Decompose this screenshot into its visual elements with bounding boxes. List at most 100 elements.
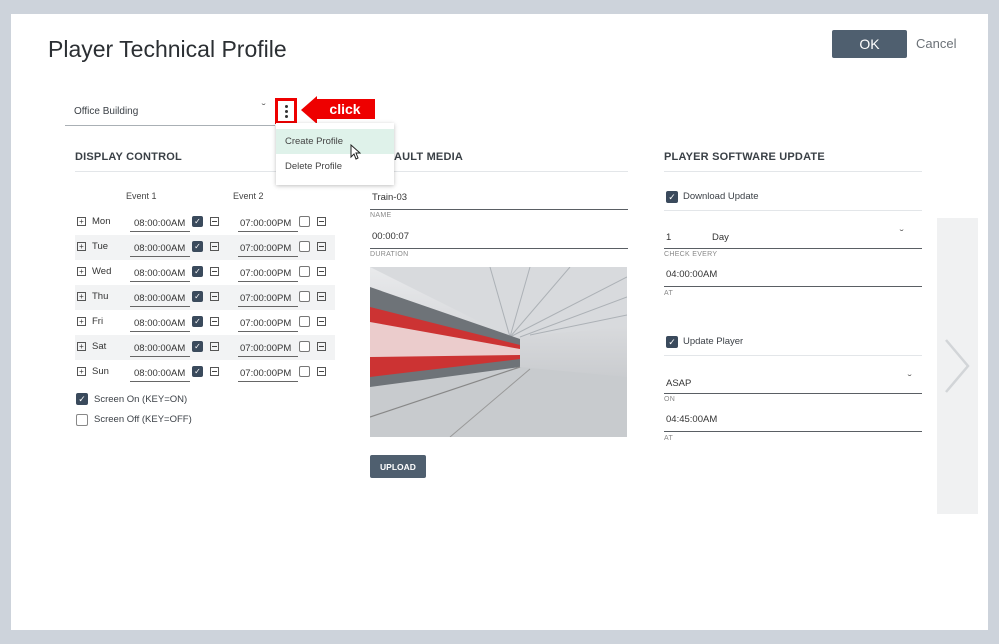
event2-time[interactable]: 07:00:00PM [238,262,298,282]
next-page-panel[interactable] [937,218,978,514]
collapse-icon[interactable] [317,342,326,351]
event1-checkbox[interactable]: ✓ [192,366,203,377]
expand-icon[interactable]: + [77,267,86,276]
event2-checkbox[interactable] [299,216,310,227]
event2-checkbox[interactable] [299,316,310,327]
expand-icon[interactable]: + [77,242,86,251]
profile-dialog: Player Technical Profile OK Cancel Offic… [11,14,988,630]
update-player-checkbox[interactable]: ✓ [666,336,678,348]
profile-select[interactable]: Office Building ˇ [65,98,275,126]
event1-checkbox[interactable]: ✓ [192,316,203,327]
chevron-down-icon: ˇ [907,374,912,385]
collapse-icon[interactable] [210,267,219,276]
download-update-label: Download Update [683,191,759,202]
event1-checkbox[interactable]: ✓ [192,266,203,277]
collapse-icon[interactable] [210,317,219,326]
collapse-icon[interactable] [317,317,326,326]
profile-menu: Create Profile Delete Profile [276,123,394,185]
chevron-down-icon: ˇ [261,103,266,114]
collapse-icon[interactable] [210,342,219,351]
day-label: Thu [92,291,109,302]
expand-icon[interactable]: + [77,342,86,351]
update-on-caption: ON [664,396,676,403]
event2-time[interactable]: 07:00:00PM [238,337,298,357]
media-name-field[interactable]: Train-03 [370,192,628,210]
profile-select-value: Office Building [74,106,139,117]
expand-icon[interactable]: + [77,217,86,226]
event2-time[interactable]: 07:00:00PM [238,237,298,257]
ok-button[interactable]: OK [832,30,907,58]
event1-time[interactable]: 08:00:00AM [130,237,190,257]
schedule-row: + Sat 08:00:00AM ✓ 07:00:00PM [75,335,335,360]
default-media-title: AULT MEDIA [394,151,464,163]
update-at-field[interactable]: 04:45:00AM [664,414,922,432]
expand-icon[interactable]: + [77,367,86,376]
update-on-select[interactable]: ASAP ˇ [664,374,922,394]
expand-icon[interactable]: + [77,292,86,301]
media-name-caption: NAME [370,212,392,219]
event2-time[interactable]: 07:00:00PM [238,212,298,232]
update-player-label: Update Player [683,336,744,347]
media-duration-field[interactable]: 00:00:07 [370,231,628,249]
delete-profile-menu-item[interactable]: Delete Profile [276,154,394,179]
day-label: Mon [92,216,111,227]
schedule-row: + Sun 08:00:00AM ✓ 07:00:00PM [75,360,335,385]
event2-header: Event 2 [233,191,264,201]
media-preview-image [370,267,627,437]
collapse-icon[interactable] [210,242,219,251]
more-options-icon[interactable] [275,98,297,124]
click-callout: click [301,96,376,124]
event1-checkbox[interactable]: ✓ [192,216,203,227]
collapse-icon[interactable] [210,292,219,301]
day-label: Sun [92,366,109,377]
event1-time[interactable]: 08:00:00AM [130,312,190,332]
event2-checkbox[interactable] [299,241,310,252]
event2-checkbox[interactable] [299,366,310,377]
cancel-button[interactable]: Cancel [916,36,956,51]
event1-checkbox[interactable]: ✓ [192,241,203,252]
divider [664,171,922,172]
collapse-icon[interactable] [317,242,326,251]
event2-time[interactable]: 07:00:00PM [238,312,298,332]
event1-time[interactable]: 08:00:00AM [130,362,190,382]
collapse-icon[interactable] [317,267,326,276]
collapse-icon[interactable] [317,367,326,376]
create-profile-menu-item[interactable]: Create Profile [276,129,394,154]
schedule-row: + Fri 08:00:00AM ✓ 07:00:00PM [75,310,335,335]
display-control-title: DISPLAY CONTROL [75,151,182,163]
check-at-field[interactable]: 04:00:00AM [664,269,922,287]
update-on-value: ASAP [666,378,692,389]
update-at-caption: AT [664,435,674,442]
collapse-icon[interactable] [210,217,219,226]
check-every-unit: Day [712,232,729,243]
event2-checkbox[interactable] [299,291,310,302]
event1-time[interactable]: 08:00:00AM [130,337,190,357]
event2-checkbox[interactable] [299,341,310,352]
callout-label: click [315,99,375,119]
collapse-icon[interactable] [210,367,219,376]
schedule-row: + Mon 08:00:00AM ✓ 07:00:00PM [75,210,335,235]
event1-time[interactable]: 08:00:00AM [130,262,190,282]
screen-off-checkbox[interactable] [76,414,88,426]
event1-checkbox[interactable]: ✓ [192,341,203,352]
schedule-row: + Tue 08:00:00AM ✓ 07:00:00PM [75,235,335,260]
event1-time[interactable]: 08:00:00AM [130,212,190,232]
day-label: Sat [92,341,107,352]
media-duration-caption: DURATION [370,251,409,258]
event2-checkbox[interactable] [299,266,310,277]
screen-on-checkbox[interactable]: ✓ [76,393,88,405]
event2-time[interactable]: 07:00:00PM [238,287,298,307]
event2-time[interactable]: 07:00:00PM [238,362,298,382]
collapse-icon[interactable] [317,292,326,301]
download-update-checkbox[interactable]: ✓ [666,191,678,203]
collapse-icon[interactable] [317,217,326,226]
event1-checkbox[interactable]: ✓ [192,291,203,302]
day-label: Tue [92,241,109,252]
check-every-select[interactable]: 1 Day ˇ [664,229,922,249]
event1-header: Event 1 [126,191,157,201]
expand-icon[interactable]: + [77,317,86,326]
divider [370,171,628,172]
divider [664,210,922,211]
event1-time[interactable]: 08:00:00AM [130,287,190,307]
upload-button[interactable]: UPLOAD [370,455,426,478]
